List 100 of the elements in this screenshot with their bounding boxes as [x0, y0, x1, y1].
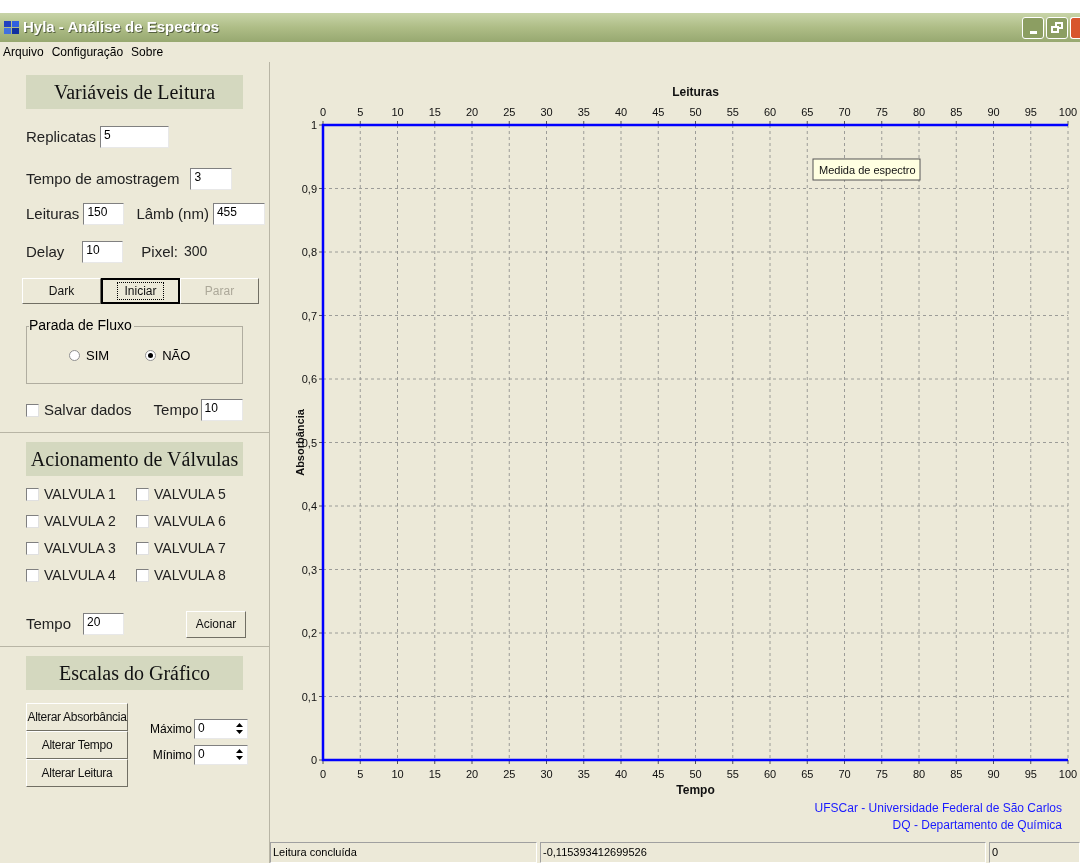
axis-tick-label: 75: [875, 768, 888, 780]
scale-button[interactable]: Alterar Absorbância: [26, 702, 128, 731]
menu-item[interactable]: Configuração: [51, 43, 124, 61]
field-label: Delay: [26, 241, 65, 262]
axis-tick-label: 0,7: [301, 309, 317, 322]
spinner-arrows-icon[interactable]: [235, 721, 244, 735]
checkbox[interactable]: [136, 488, 149, 501]
spinner-arrows-icon[interactable]: [235, 747, 244, 761]
checkbox-label: VALVULA 3: [44, 539, 116, 558]
axis-tick-label: 55: [726, 106, 739, 118]
scale-button[interactable]: Alterar Tempo: [26, 730, 128, 759]
axis-tick-label: 30: [540, 768, 553, 780]
axis-tick-label: 0: [319, 106, 327, 118]
spinner-label: Máximo: [149, 720, 192, 738]
text-field[interactable]: 10: [82, 240, 124, 263]
text-field[interactable]: 150: [83, 203, 125, 226]
axis-tick-label: 40: [614, 106, 628, 118]
checkbox-label: VALVULA 5: [154, 485, 226, 504]
axis-tick-label: 40: [614, 768, 628, 780]
axis-tick-label: 25: [503, 106, 516, 118]
text-field[interactable]: 5: [100, 126, 170, 149]
axis-tick-label: 10: [391, 106, 404, 118]
radio-button[interactable]: [145, 350, 157, 362]
axis-tick-label: 5: [357, 106, 364, 118]
section-heading: Escalas do Gráfico: [26, 655, 243, 690]
text-field[interactable]: 455: [212, 203, 265, 226]
minimize-button[interactable]: [1022, 16, 1044, 39]
checkbox[interactable]: [26, 569, 39, 582]
text-field[interactable]: 20: [83, 613, 125, 635]
spin-field[interactable]: 0: [194, 718, 248, 739]
axis-tick-label: 55: [726, 768, 739, 780]
axis-tick-label: 50: [689, 768, 702, 780]
axis-tick-label: 95: [1024, 768, 1037, 780]
axis-tick-label: 45: [652, 768, 665, 780]
axis-tick-label: 45: [652, 106, 665, 118]
restore-button[interactable]: [1046, 16, 1068, 39]
axis-tick-label: 0,1: [301, 690, 317, 703]
text-field[interactable]: 10: [200, 399, 243, 422]
axis-tick-label: 85: [950, 106, 963, 118]
axis-tick-label: 90: [987, 106, 1000, 118]
axis-tick-label: 100: [1058, 768, 1078, 780]
field-label: Replicatas: [26, 127, 97, 147]
app-icon: [4, 20, 20, 35]
menu-item[interactable]: Arquivo: [3, 43, 44, 61]
axis-tick-label: 0: [310, 754, 317, 766]
axis-tick-label: 60: [763, 106, 777, 118]
axis-tick-label: 80: [912, 768, 926, 780]
field-label: Tempo: [26, 613, 72, 634]
checkbox[interactable]: [26, 488, 39, 501]
axis-tick-label: 95: [1024, 106, 1037, 118]
axis-tick-label: 70: [838, 106, 851, 118]
checkbox[interactable]: [136, 569, 149, 582]
spinner-label: Mínimo: [151, 746, 192, 764]
scale-button[interactable]: Alterar Leitura: [26, 758, 128, 787]
axis-tick-label: 60: [763, 768, 777, 780]
checkbox[interactable]: [26, 515, 39, 528]
action-button[interactable]: Dark: [22, 278, 101, 304]
axis-tick-label: 15: [428, 106, 441, 118]
axis-tick-label: 85: [950, 768, 963, 780]
axis-tick-label: 75: [875, 106, 888, 118]
axis-tick-label: 1: [310, 119, 317, 131]
credit-text: UFSCar - Universidade Federal de São Carlos: [814, 800, 1062, 817]
section-heading: Acionamento de Válvulas: [26, 441, 243, 476]
axis-tick-label: 50: [689, 106, 702, 118]
text-field[interactable]: 3: [190, 167, 233, 190]
axis-tick-label: 0,6: [301, 373, 317, 385]
axis-tick-label: 0: [319, 768, 327, 780]
field-label: Leituras: [26, 204, 80, 224]
menu-item[interactable]: Sobre: [131, 43, 164, 61]
axis-tick-label: 65: [801, 768, 814, 780]
axis-title: Leituras: [672, 85, 719, 99]
axis-tick-label: 65: [801, 106, 814, 118]
axis-tick-label: 0,3: [301, 563, 317, 576]
group-legend: Parada de Fluxo: [29, 318, 134, 332]
checkbox-label: VALVULA 1: [44, 485, 116, 504]
axis-tick-label: 70: [838, 768, 851, 780]
credit-text: DQ - Departamento de Química: [892, 817, 1062, 834]
action-button[interactable]: Iniciar: [101, 278, 180, 304]
spin-field[interactable]: 0: [194, 744, 248, 765]
close-button[interactable]: [1070, 16, 1080, 39]
checkbox-label: VALVULA 8: [154, 566, 226, 585]
field-label: Tempo de amostragem: [26, 168, 180, 189]
checkbox[interactable]: [26, 542, 39, 555]
axis-tick-label: 35: [577, 768, 590, 780]
checkbox[interactable]: [136, 542, 149, 555]
action-button[interactable]: Acionar: [186, 610, 246, 638]
tooltip: Medida de espectro: [812, 158, 921, 181]
radio-button[interactable]: [69, 350, 80, 362]
status-bar-cell: 0: [989, 842, 1080, 863]
field-label: Lâmb (nm): [136, 204, 209, 224]
checkbox-label: VALVULA 7: [154, 539, 226, 558]
checkbox[interactable]: [136, 515, 149, 528]
axis-tick-label: 30: [540, 106, 553, 118]
axis-tick-label: 100: [1058, 106, 1078, 118]
section-heading: Variáveis de Leitura: [26, 75, 243, 109]
axis-tick-label: 5: [357, 768, 364, 780]
radio-label: SIM: [86, 347, 110, 365]
checkbox[interactable]: [26, 403, 39, 417]
axis-tick-label: 20: [465, 768, 479, 780]
field-label: Tempo: [153, 400, 199, 420]
